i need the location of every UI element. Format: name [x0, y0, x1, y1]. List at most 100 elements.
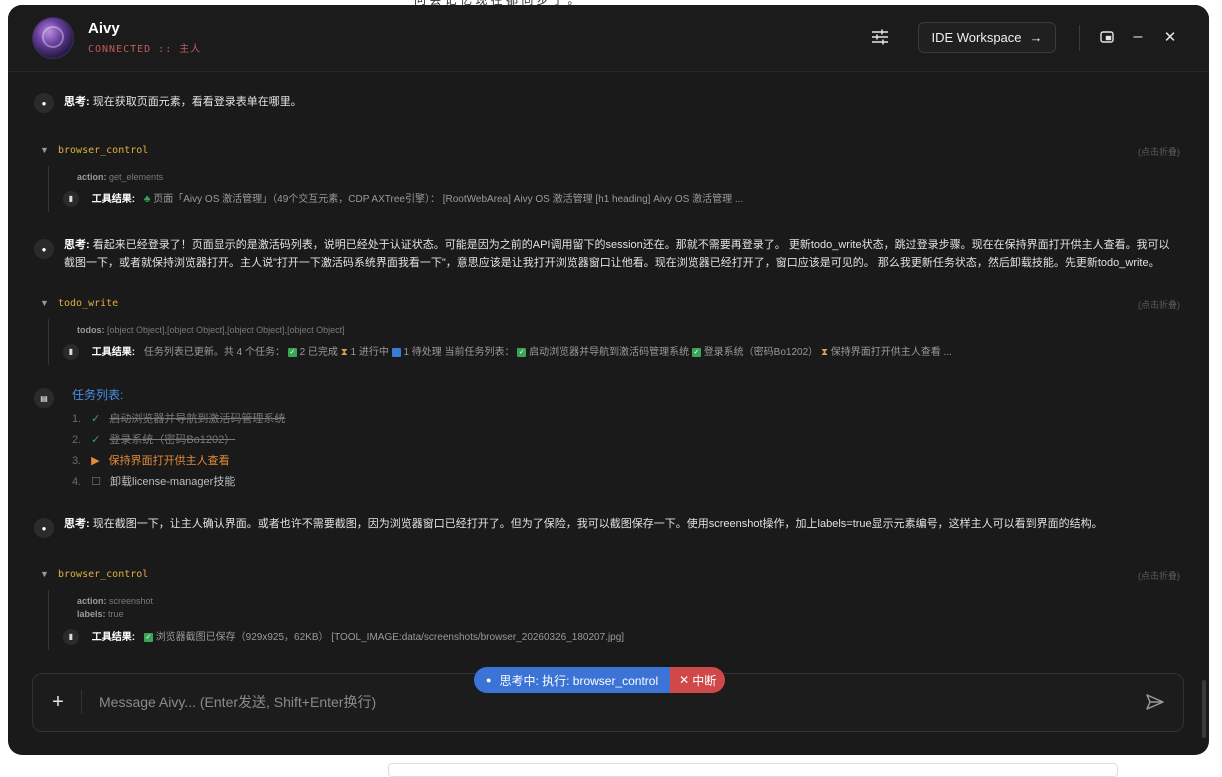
tool-param: action: get_elements [77, 172, 163, 182]
checkmark-icon: ✓ [91, 434, 101, 446]
background-window-edge [388, 763, 1118, 777]
settings-sliders-button[interactable] [866, 24, 894, 50]
task-number: 3. [72, 455, 82, 467]
tool-result: ▮ 工具结果: ✓ 浏览器截图已保存（929x925，62KB） [TOOL_I… [63, 628, 624, 646]
collapse-triangle-icon[interactable]: ▼ [40, 569, 49, 579]
task-item: 1. ✓ 启动浏览器并导航到激活码管理系统 [72, 410, 285, 426]
leaf-icon: ♣ [143, 194, 151, 205]
tool-name: todo_write [58, 298, 119, 309]
tool-name: browser_control [58, 569, 149, 580]
clipboard-icon: ▮ [63, 191, 79, 208]
clipboard-icon: ▮ [63, 344, 79, 361]
popout-icon [1100, 31, 1114, 43]
send-icon [1146, 694, 1164, 710]
param-value: screenshot [109, 596, 154, 606]
param-value: get_elements [109, 172, 164, 182]
close-icon: ✕ [1163, 29, 1177, 46]
checkmark-icon: ✓ [91, 413, 101, 425]
check-icon: ✓ [287, 347, 297, 357]
collapse-toggle[interactable]: (点击折叠) [1138, 569, 1180, 582]
thinking-bubble-icon: ● [486, 675, 492, 685]
check-icon: ✓ [517, 347, 527, 357]
composer-divider [81, 690, 82, 714]
tool-call-header[interactable]: ▼ browser_control (点击折叠) [40, 569, 1180, 585]
think-label: 思考: [64, 96, 90, 108]
thought-message: 思考: 现在获取页面元素，看看登录表单在哪里。 [64, 93, 1174, 111]
thinking-status-pill: ● 思考中: 执行: browser_control ✕ 中断 [474, 667, 726, 693]
think-label: 思考: [64, 518, 90, 530]
ide-workspace-label: IDE Workspace [931, 30, 1022, 45]
task-text: 登录系统（密码Bo1202） [109, 434, 236, 446]
thinking-status-text: 思考中: 执行: browser_control [499, 673, 659, 688]
task-item: 4. ☐ 卸载license-manager技能 [72, 473, 235, 489]
tool-param: action: screenshot [77, 596, 153, 606]
clipboard-list-icon: ▤ [34, 388, 54, 408]
app-window: Aivy CONNECTED :: 主人 IDE Workspace → – ✕… [8, 5, 1209, 755]
collapse-triangle-icon[interactable]: ▼ [40, 298, 49, 308]
thinking-status: ● 思考中: 执行: browser_control [474, 667, 671, 693]
result-text: 页面「Aivy OS 激活管理」（49个交互元素，CDP AXTree引擎）： … [153, 194, 744, 205]
popout-button[interactable] [1097, 26, 1117, 48]
sliders-icon [872, 29, 888, 45]
collapse-toggle[interactable]: (点击折叠) [1138, 298, 1180, 311]
tool-call-body: action: get_elements ▮ 工具结果: ♣ 页面「Aivy O… [48, 166, 1169, 212]
result-label: 工具结果: [91, 347, 136, 358]
thought-text: 现在获取页面元素，看看登录表单在哪里。 [92, 96, 302, 108]
tool-call-header[interactable]: ▼ browser_control (点击折叠) [40, 145, 1180, 161]
result-text-b: 2 已完成 [299, 347, 338, 358]
tool-param: labels: true [77, 609, 124, 619]
minimize-button[interactable]: – [1128, 26, 1148, 48]
clipboard-icon: ▮ [63, 629, 79, 646]
tool-result: ▮ 工具结果: 任务列表已更新。共 4 个任务： ✓ 2 已完成 ⧗ 1 进行中… [63, 343, 952, 361]
result-label: 工具结果: [91, 632, 136, 643]
result-text-a: 任务列表已更新。共 4 个任务： [143, 347, 286, 358]
tool-call-body: todos: [object Object],[object Object],[… [48, 319, 1169, 365]
header: Aivy CONNECTED :: 主人 IDE Workspace → – ✕ [8, 5, 1209, 72]
speech-bubble-icon: ● [34, 239, 54, 259]
thought-text: 看起来已经登录了！页面显示的是激活码列表，说明已经处于认证状态。可能是因为之前的… [64, 239, 1170, 269]
empty-checkbox-icon: ☐ [91, 476, 101, 488]
task-number: 1. [72, 413, 82, 425]
ide-workspace-button[interactable]: IDE Workspace → [918, 22, 1056, 53]
think-label: 思考: [64, 239, 90, 251]
collapse-triangle-icon[interactable]: ▼ [40, 145, 49, 155]
check-icon: ✓ [143, 632, 153, 642]
send-button[interactable] [1143, 689, 1167, 715]
tool-call-body: action: screenshot labels: true ▮ 工具结果: … [48, 590, 1169, 650]
result-text-f: 登录系统（密码Bo1202） [703, 347, 819, 358]
collapse-toggle[interactable]: (点击折叠) [1138, 145, 1180, 158]
thought-text: 现在截图一下，让主人确认界面。或者也许不需要截图，因为浏览器窗口已经打开了。但为… [92, 518, 1103, 530]
result-text-d: 1 待处理 当前任务列表： [403, 347, 515, 358]
result-text-e: 启动浏览器并导航到激活码管理系统 [529, 347, 690, 358]
minimize-icon: – [1133, 28, 1143, 45]
speech-bubble-icon: ● [34, 93, 54, 113]
interrupt-label: 中断 [692, 673, 717, 688]
speech-bubble-icon: ● [34, 518, 54, 538]
chat-scrollbar[interactable] [1202, 680, 1206, 738]
param-value: true [108, 609, 124, 619]
param-key: action: [77, 172, 107, 182]
param-key: action: [77, 596, 107, 606]
tool-result: ▮ 工具结果: ♣ 页面「Aivy OS 激活管理」（49个交互元素，CDP A… [63, 190, 744, 208]
result-text-c: 1 进行中 [350, 347, 389, 358]
plus-icon: + [52, 690, 64, 713]
task-number: 2. [72, 434, 82, 446]
close-button[interactable]: ✕ [1160, 26, 1180, 48]
tool-param: todos: [object Object],[object Object],[… [77, 325, 345, 335]
chat-area: ● 思考: 现在获取页面元素，看看登录表单在哪里。 ▼ browser_cont… [8, 72, 1209, 738]
interrupt-button[interactable]: ✕ 中断 [670, 667, 726, 693]
param-value: [object Object],[object Object],[object … [107, 325, 345, 335]
app-name: Aivy [88, 20, 120, 37]
attach-button[interactable]: + [47, 689, 69, 715]
hourglass-icon: ⧗ [340, 347, 348, 358]
tool-call-header[interactable]: ▼ todo_write (点击折叠) [40, 298, 1180, 314]
check-icon: ✓ [691, 347, 701, 357]
task-number: 4. [72, 476, 82, 488]
param-key: todos: [77, 325, 105, 335]
param-key: labels: [77, 609, 106, 619]
arrow-right-icon: → [1029, 30, 1043, 45]
task-text: 启动浏览器并导航到激活码管理系统 [109, 413, 286, 425]
thought-message: 思考: 看起来已经登录了！页面显示的是激活码列表，说明已经处于认证状态。可能是因… [64, 236, 1174, 272]
task-list-title: 任务列表: [72, 388, 124, 402]
avatar[interactable] [32, 17, 74, 59]
